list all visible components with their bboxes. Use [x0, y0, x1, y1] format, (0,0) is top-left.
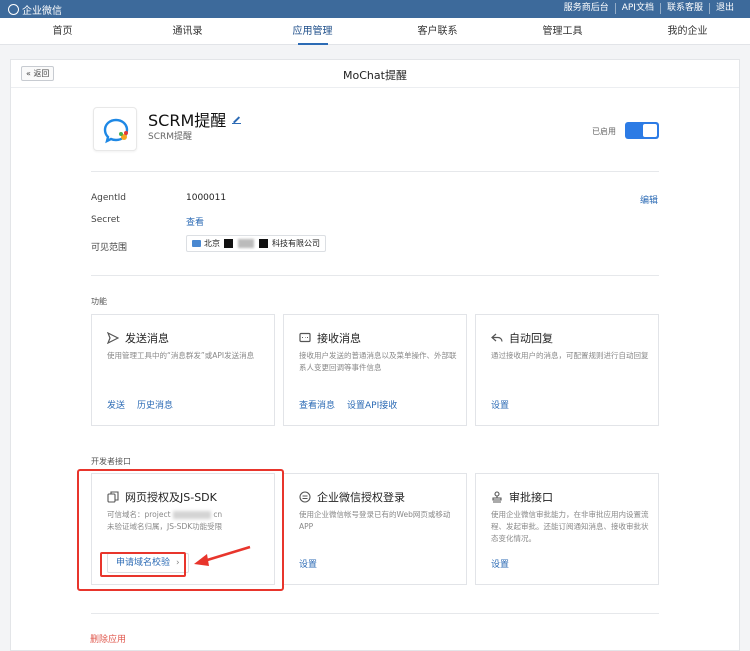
nav-customer-contact[interactable]: 客户联系 [375, 18, 500, 44]
app-name: SCRM提醒 [148, 107, 242, 131]
logout-link[interactable]: 退出 [708, 3, 740, 14]
card-title: 接收消息 [299, 330, 361, 346]
card-links: 发送 历史消息 [107, 398, 173, 411]
panel-header: « 返回 MoChat提醒 [11, 60, 739, 88]
top-links: 服务商后台 API文档 联系客服 退出 [558, 3, 740, 14]
toggle-knob [643, 124, 657, 137]
agentid-value: 1000011 [186, 193, 227, 203]
scope-prefix: 北京 [204, 239, 220, 248]
card-title-text: 自动回复 [509, 332, 553, 345]
wecom-login-card: 企业微信授权登录 使用企业微信帐号登录已有的Web网页或移动APP 设置 [283, 473, 467, 585]
folder-icon [192, 240, 201, 247]
history-link[interactable]: 历史消息 [137, 398, 173, 411]
card-title-text: 审批接口 [509, 491, 553, 504]
auto-reply-card: 自动回复 通过接收用户的消息，可配置规则进行自动回复 设置 [475, 314, 659, 426]
edit-link[interactable]: 编辑 [640, 193, 658, 206]
enabled-status-label: 已启用 [592, 127, 616, 136]
scope-suffix: 科技有限公司 [272, 239, 320, 248]
app-name-text: SCRM提醒 [148, 111, 227, 130]
card-links: 设置 [491, 557, 509, 570]
top-bar: 企业微信 服务商后台 API文档 联系客服 退出 [0, 0, 750, 18]
send-icon [107, 332, 119, 344]
auto-reply-settings-link[interactable]: 设置 [491, 398, 509, 411]
edit-pencil-icon[interactable] [232, 115, 242, 124]
redacted-blur [238, 239, 254, 248]
secret-view-link[interactable]: 查看 [186, 215, 204, 228]
nav-home[interactable]: 首页 [0, 18, 125, 44]
enabled-toggle[interactable] [625, 122, 659, 139]
receive-message-card: 接收消息 接收用户发送的普通消息以及菜单操作、外部联系人变更回调等事件信息 查看… [283, 314, 467, 426]
divider [91, 171, 659, 172]
annotation-highlight-button [100, 552, 186, 577]
divider [91, 613, 659, 614]
nav-management-tools[interactable]: 管理工具 [500, 18, 625, 44]
send-message-card: 发送消息 使用管理工具中的“消息群发”或API发送消息 发送 历史消息 [91, 314, 275, 426]
card-title: 自动回复 [491, 330, 553, 346]
card-links: 设置 [491, 398, 509, 411]
main-nav: 首页 通讯录 应用管理 客户联系 管理工具 我的企业 [0, 18, 750, 45]
card-links: 查看消息 设置API接收 [299, 398, 397, 411]
service-provider-link[interactable]: 服务商后台 [558, 3, 615, 14]
redacted-block [259, 239, 268, 248]
annotation-arrow-icon [194, 545, 251, 566]
secret-label: Secret [91, 215, 120, 225]
card-description: 通过接收用户的消息，可配置规则进行自动回复 [491, 351, 649, 360]
nav-my-company[interactable]: 我的企业 [625, 18, 750, 44]
approval-api-card: 审批接口 使用企业微信审批能力，在非审批应用内设置流程、发起审批。还能订阅通知消… [475, 473, 659, 585]
set-api-receive-link[interactable]: 设置API接收 [347, 398, 397, 411]
divider [91, 275, 659, 276]
page-title: MoChat提醒 [343, 69, 407, 82]
card-title: 发送消息 [107, 330, 169, 346]
api-docs-link[interactable]: API文档 [614, 3, 660, 14]
card-title-text: 发送消息 [125, 332, 169, 345]
card-description: 使用管理工具中的“消息群发”或API发送消息 [107, 351, 255, 360]
redacted-block [224, 239, 233, 248]
chat-bubbles-icon [103, 118, 129, 144]
card-title: 审批接口 [491, 489, 553, 505]
nav-contacts[interactable]: 通讯录 [125, 18, 250, 44]
login-settings-link[interactable]: 设置 [299, 557, 317, 570]
stamp-icon [492, 491, 502, 503]
card-title-text: 接收消息 [317, 332, 361, 345]
card-links: 设置 [299, 557, 317, 570]
agentid-label: AgentId [91, 193, 127, 203]
wecom-logo-icon [8, 4, 19, 15]
nav-app-management[interactable]: 应用管理 [250, 18, 375, 45]
features-section-label: 功能 [91, 297, 107, 306]
scope-tag[interactable]: 北京 科技有限公司 [186, 235, 326, 252]
visible-scope-label: 可见范围 [91, 243, 128, 253]
developer-section-label: 开发者接口 [91, 457, 131, 466]
delete-app-link[interactable]: 删除应用 [90, 632, 126, 645]
brand-name: 企业微信 [22, 6, 62, 17]
contact-support-link[interactable]: 联系客服 [659, 3, 709, 14]
approval-settings-link[interactable]: 设置 [491, 557, 509, 570]
card-description: 接收用户发送的普通消息以及菜单操作、外部联系人变更回调等事件信息 [299, 351, 457, 372]
message-icon [299, 332, 311, 343]
send-link[interactable]: 发送 [107, 398, 125, 411]
app-icon [93, 107, 137, 151]
card-title: 企业微信授权登录 [299, 489, 405, 505]
card-description: 使用企业微信帐号登录已有的Web网页或移动APP [299, 510, 451, 531]
login-icon [299, 491, 311, 503]
reply-icon [491, 333, 503, 342]
card-title-text: 企业微信授权登录 [317, 491, 405, 504]
card-description: 使用企业微信审批能力，在非审批应用内设置流程、发起审批。还能订阅通知消息、接收审… [491, 510, 649, 543]
view-messages-link[interactable]: 查看消息 [299, 398, 335, 411]
app-subtitle: SCRM提醒 [148, 132, 193, 142]
brand-logo[interactable]: 企业微信 [8, 2, 62, 17]
